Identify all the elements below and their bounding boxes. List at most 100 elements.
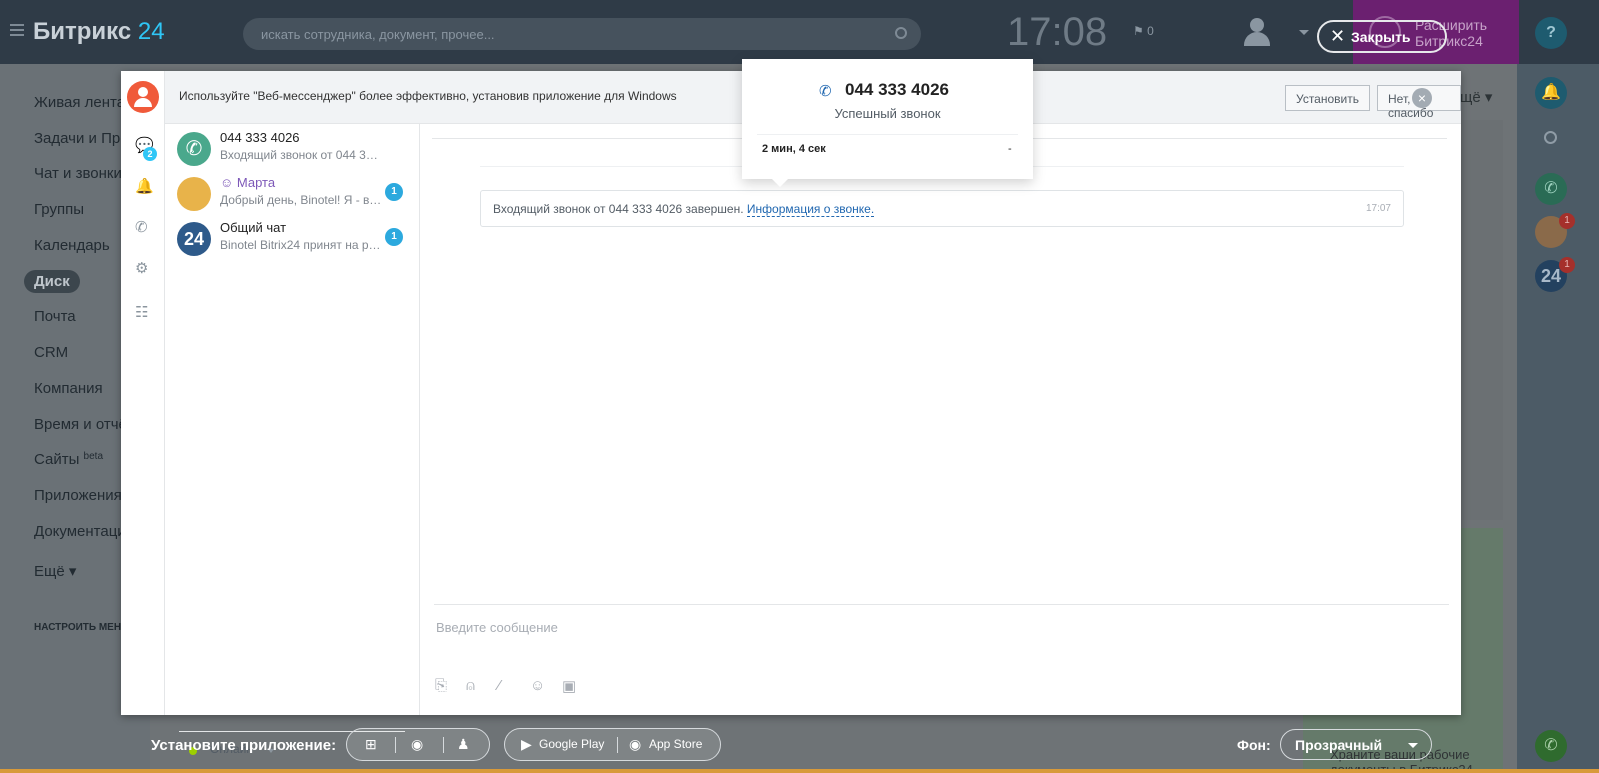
- unread-badge: 1: [1559, 257, 1575, 273]
- phone-icon[interactable]: ✆: [1535, 730, 1567, 762]
- close-label: Закрыть: [1351, 29, 1411, 45]
- divider: [757, 134, 1018, 135]
- help-button[interactable]: ?: [1535, 17, 1567, 49]
- attach-icon[interactable]: ⎘: [435, 677, 447, 694]
- message-text: Входящий звонок от 044 333 4026 завершен…: [493, 202, 875, 217]
- recent-last-message: Входящий звонок от 044 333 4026: [220, 148, 382, 162]
- recent-last-message: Добрый день, Binotel! Я - ваш: [220, 193, 382, 207]
- message: Входящий звонок от 044 333 4026 завершен…: [480, 190, 1404, 227]
- attachment-icon[interactable]: ▣: [562, 677, 576, 695]
- nav-item-more[interactable]: Ещё ▾: [34, 562, 76, 580]
- nav-item-more-label: Ещё: [34, 563, 65, 580]
- command-icon[interactable]: ⁄: [498, 677, 501, 694]
- phone-avatar[interactable]: ✆: [1535, 173, 1567, 205]
- search-placeholder: искать сотрудника, документ, прочее...: [261, 27, 495, 42]
- desktop-apps: ⊞ ◉ ♟: [346, 728, 490, 761]
- mobile-apps: ▶ Google Play ◉ App Store: [504, 728, 721, 761]
- flag-counter[interactable]: ⚑ 0: [1133, 24, 1154, 38]
- nav-item-apps[interactable]: Приложения: [34, 487, 122, 504]
- menu-icon[interactable]: [10, 24, 24, 36]
- apple-icon[interactable]: ◉: [411, 736, 423, 753]
- logo[interactable]: Битрикс 24: [33, 18, 165, 46]
- nav-item-sites-label: Сайты: [34, 451, 80, 468]
- recent-item-general[interactable]: 24 Общий чат Binotel Bitrix24 принят на …: [177, 218, 417, 258]
- user-icon[interactable]: [1244, 18, 1270, 46]
- install-app-label: Установите приложение:: [151, 737, 337, 754]
- chevron-down-icon[interactable]: [1408, 743, 1418, 748]
- nav-item-disk[interactable]: Диск: [24, 270, 80, 293]
- unread-badge: 1: [385, 183, 403, 201]
- close-icon[interactable]: ×: [1412, 88, 1432, 108]
- windows-icon[interactable]: ⊞: [365, 736, 377, 753]
- nav-item-sites[interactable]: Сайты beta: [34, 451, 103, 468]
- close-button[interactable]: ✕ Закрыть: [1317, 20, 1447, 53]
- unread-badge: 1: [1559, 213, 1575, 229]
- avatar: 24: [177, 222, 211, 256]
- google-play-link[interactable]: Google Play: [539, 737, 604, 751]
- banner-text: Используйте "Веб-мессенджер" более эффек…: [179, 89, 677, 103]
- user-icon[interactable]: ⍝: [466, 677, 475, 694]
- message-time: 17:07: [1365, 203, 1391, 214]
- bell-icon[interactable]: 🔔: [135, 177, 154, 195]
- divider: [443, 737, 444, 753]
- nav-item-groups[interactable]: Группы: [34, 201, 84, 218]
- recent-list: ✆ 044 333 4026 Входящий звонок от 044 33…: [165, 124, 420, 756]
- linux-icon[interactable]: ♟: [457, 736, 470, 753]
- phone-icon[interactable]: ✆: [135, 218, 148, 236]
- divider: [434, 604, 1449, 605]
- configure-menu[interactable]: НАСТРОИТЬ МЕНЮ: [34, 622, 131, 633]
- my-avatar[interactable]: [127, 81, 159, 113]
- call-number: 044 333 4026: [845, 80, 949, 99]
- search-icon: [895, 27, 907, 39]
- recent-last-message: Binotel Bitrix24 принят на работу: [220, 238, 382, 252]
- chevron-down-icon[interactable]: [1299, 30, 1309, 35]
- nav-item-crm[interactable]: CRM: [34, 344, 68, 361]
- divider: [617, 737, 618, 753]
- recent-name: ☺ Марта: [220, 175, 276, 190]
- avatar: [177, 177, 211, 211]
- app-store-link[interactable]: App Store: [649, 737, 702, 751]
- bell-icon[interactable]: 🔔: [1535, 77, 1567, 109]
- call-info-popup: ✆ 044 333 4026 Успешный звонок 2 мин, 4 …: [742, 59, 1033, 187]
- beta-label: beta: [83, 451, 104, 462]
- messenger-sidebar: 💬 2 🔔 ✆ ⚙ ☷: [121, 71, 165, 715]
- gear-icon[interactable]: ⚙: [135, 259, 148, 277]
- smile-icon[interactable]: ☺: [530, 677, 545, 694]
- unread-badge: 1: [385, 228, 403, 246]
- install-button[interactable]: Установить: [1285, 85, 1370, 111]
- incoming-call-icon: ✆: [819, 83, 832, 100]
- message-input[interactable]: Введите сообщение: [436, 620, 558, 635]
- apple-icon: ◉: [629, 736, 642, 752]
- recent-name-text: Марта: [236, 175, 276, 190]
- logo-number: 24: [137, 18, 165, 45]
- recent-item-phone[interactable]: ✆ 044 333 4026 Входящий звонок от 044 33…: [177, 128, 417, 168]
- bottom-strip: [0, 769, 1599, 773]
- clock: 17:08: [1007, 10, 1108, 54]
- call-extra: -: [1008, 143, 1012, 155]
- search-input[interactable]: искать сотрудника, документ, прочее...: [243, 18, 921, 50]
- message-body: Входящий звонок от 044 333 4026 завершен…: [493, 202, 744, 216]
- right-rail: [1517, 64, 1599, 773]
- chat-badge: 2: [143, 147, 157, 161]
- google-play-icon: ▶: [521, 736, 532, 752]
- divider: [395, 737, 396, 753]
- recent-name: 044 333 4026: [220, 130, 300, 145]
- logo-name: Битрикс: [33, 18, 132, 45]
- recent-item-marta[interactable]: ☺ Марта Добрый день, Binotel! Я - ваш 1: [177, 173, 417, 213]
- nav-item-mail[interactable]: Почта: [34, 308, 76, 325]
- recent-name: Общий чат: [220, 220, 287, 235]
- nav-item-chat[interactable]: Чат и звонки: [34, 165, 122, 182]
- call-duration: 2 мин, 4 сек: [762, 143, 826, 155]
- nav-item-feed[interactable]: Живая лента: [34, 94, 125, 111]
- phone-icon: ✆: [177, 132, 211, 166]
- call-info-link[interactable]: Информация о звонке.: [746, 202, 875, 217]
- nav-item-calendar[interactable]: Календарь: [34, 237, 110, 254]
- flag-count: 0: [1147, 24, 1154, 38]
- background-label: Фон:: [1237, 737, 1271, 753]
- chat-area: Входящий звонок от 044 333 4026 завершен…: [420, 124, 1461, 715]
- search-icon[interactable]: [1544, 131, 1557, 144]
- nav-item-company[interactable]: Компания: [34, 380, 103, 397]
- nav-item-docs[interactable]: Документация: [34, 523, 134, 540]
- call-status: Успешный звонок: [834, 106, 941, 121]
- history-icon[interactable]: ☷: [135, 303, 148, 321]
